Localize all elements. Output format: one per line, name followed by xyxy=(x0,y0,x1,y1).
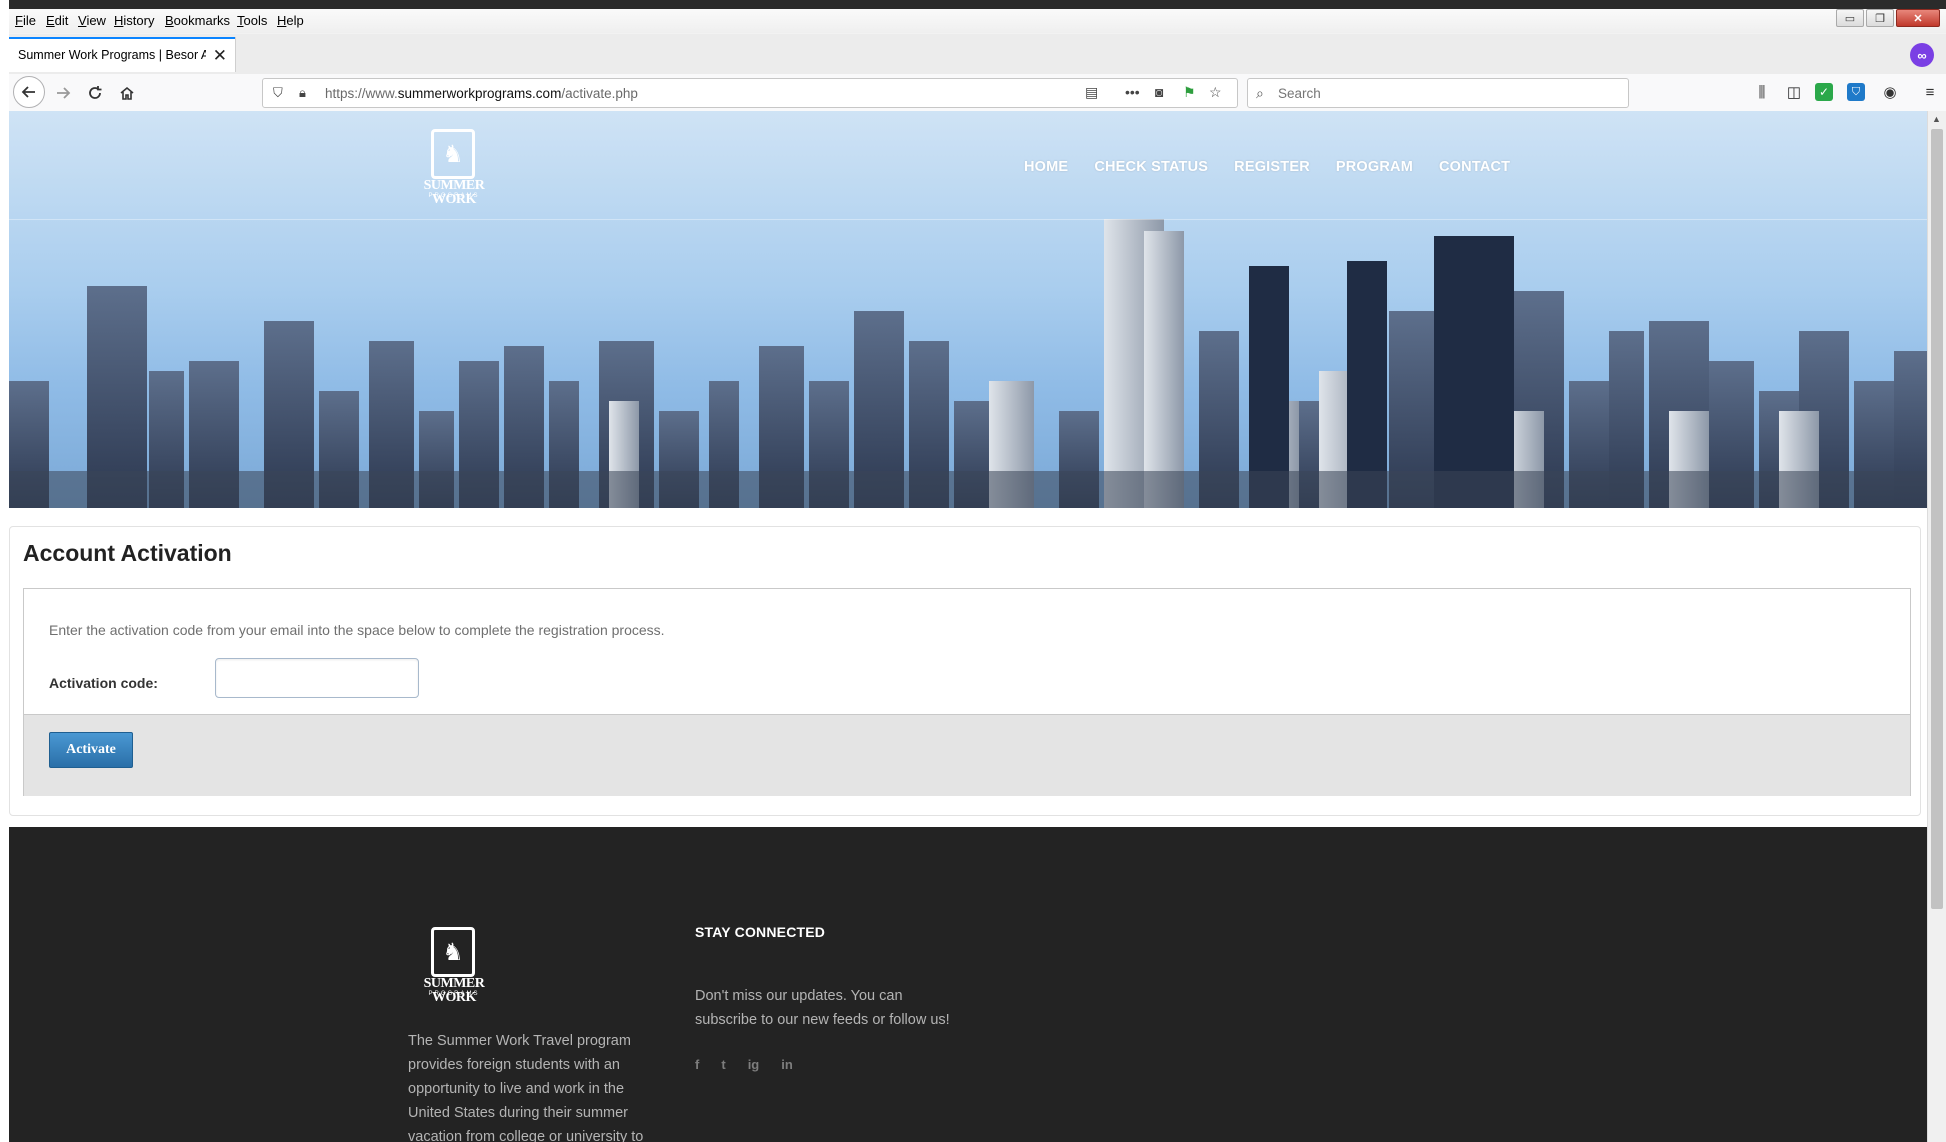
reload-icon xyxy=(89,86,102,99)
back-button[interactable] xyxy=(13,76,45,108)
tracking-shield-icon[interactable]: ⛉ xyxy=(273,85,283,101)
home-button[interactable] xyxy=(112,78,142,108)
logo-figure-icon: ♞ xyxy=(431,129,475,179)
site-footer: ♞ SUMMER WORK PROGRAMS The Summer Work T… xyxy=(9,827,1927,1142)
search-input[interactable] xyxy=(1278,83,1618,103)
home-icon xyxy=(120,86,134,100)
menu-view[interactable]: View xyxy=(78,13,106,28)
minimize-button[interactable]: ▭ xyxy=(1836,9,1864,27)
window-edge xyxy=(0,0,9,1142)
site-logo[interactable]: ♞ SUMMER WORK PROGRAMS xyxy=(409,129,499,207)
navigation-toolbar: ⛉ 🔒︎ https://www.summerworkprograms.com/… xyxy=(9,74,1946,112)
account-icon[interactable]: ◉ xyxy=(1879,81,1901,103)
sidebar-icon[interactable]: ◫ xyxy=(1783,81,1805,103)
hero-banner: ♞ SUMMER WORK PROGRAMS HOME CHECK STATUS… xyxy=(9,111,1927,508)
instructions-text: Enter the activation code from your emai… xyxy=(49,622,665,638)
search-bar[interactable]: ⌕ xyxy=(1247,78,1629,108)
footer-heading: STAY CONNECTED xyxy=(695,924,826,940)
browser-chrome: File Edit View History Bookmarks Tools H… xyxy=(9,9,1946,112)
nav-contact[interactable]: CONTACT xyxy=(1439,159,1510,175)
forward-button[interactable] xyxy=(48,78,78,108)
page-scrollbar[interactable]: ▲ xyxy=(1927,111,1946,1142)
search-icon: ⌕ xyxy=(1256,85,1264,101)
tab-strip: Summer Work Programs | Besor As ✕ ∞ xyxy=(9,34,1946,74)
activation-code-label: Activation code: xyxy=(49,675,158,691)
activation-card: Account Activation Enter the activation … xyxy=(9,526,1921,816)
footer-logo-subtext: PROGRAMS xyxy=(428,991,480,997)
menu-bookmarks[interactable]: Bookmarks xyxy=(165,13,230,28)
menu-history[interactable]: History xyxy=(114,13,154,28)
tab-title: Summer Work Programs | Besor As xyxy=(18,48,206,62)
back-arrow-icon xyxy=(21,86,35,98)
activation-form: Enter the activation code from your emai… xyxy=(23,588,1911,796)
reader-view-icon[interactable]: ▤ xyxy=(1085,84,1098,101)
checkmark-extension-icon[interactable]: ✓ xyxy=(1815,83,1833,101)
flag-extension-icon[interactable]: ⚑ xyxy=(1183,84,1196,101)
facebook-icon[interactable]: f xyxy=(695,1057,699,1072)
library-icon[interactable]: ⫼ xyxy=(1751,81,1773,103)
site-navigation: HOME CHECK STATUS REGISTER PROGRAM CONTA… xyxy=(1024,159,1536,175)
close-window-button[interactable]: ✕ xyxy=(1896,9,1940,27)
scrollbar-thumb[interactable] xyxy=(1931,129,1943,909)
footer-logo[interactable]: ♞ SUMMER WORK PROGRAMS xyxy=(409,927,499,1005)
forward-arrow-icon xyxy=(57,87,71,99)
tab-active[interactable]: Summer Work Programs | Besor As ✕ xyxy=(9,37,235,72)
private-browsing-icon[interactable]: ∞ xyxy=(1910,43,1934,67)
tab-close-icon[interactable]: ✕ xyxy=(213,46,227,66)
social-links: f t ig in xyxy=(695,1057,815,1072)
logo-subtext: PROGRAMS xyxy=(428,193,480,199)
nav-home[interactable]: HOME xyxy=(1024,159,1068,175)
nav-program[interactable]: PROGRAM xyxy=(1336,159,1413,175)
scroll-up-icon[interactable]: ▲ xyxy=(1932,114,1941,124)
footer-about-text: The Summer Work Travel program provides … xyxy=(408,1033,644,1142)
menu-tools[interactable]: Tools xyxy=(237,13,267,28)
activation-code-input[interactable] xyxy=(215,658,419,698)
shield-extension-icon[interactable]: ⛉ xyxy=(1847,83,1865,101)
window-controls: ▭ ❐ ✕ xyxy=(1834,9,1940,31)
page-actions-icon[interactable]: ••• xyxy=(1125,84,1140,100)
footer-connect-text: Don't miss our updates. You can subscrib… xyxy=(695,988,950,1028)
pocket-icon[interactable]: ◙ xyxy=(1155,84,1163,100)
menu-bar: File Edit View History Bookmarks Tools H… xyxy=(9,9,1946,33)
form-footer: Activate xyxy=(24,714,1910,796)
bookmark-star-icon[interactable]: ☆ xyxy=(1209,84,1222,101)
menu-file[interactable]: File xyxy=(15,13,36,28)
restore-button[interactable]: ❐ xyxy=(1866,9,1894,27)
nav-register[interactable]: REGISTER xyxy=(1234,159,1310,175)
url-text[interactable]: https://www.summerworkprograms.com/activ… xyxy=(325,86,638,101)
hero-divider xyxy=(9,219,1927,220)
twitter-icon[interactable]: t xyxy=(721,1057,725,1072)
activate-button[interactable]: Activate xyxy=(49,732,133,768)
nav-check-status[interactable]: CHECK STATUS xyxy=(1094,159,1208,175)
city-skyline-image xyxy=(9,219,1927,508)
menu-help[interactable]: Help xyxy=(277,13,304,28)
reload-button[interactable] xyxy=(80,78,110,108)
menu-edit[interactable]: Edit xyxy=(46,13,68,28)
address-bar[interactable]: ⛉ 🔒︎ https://www.summerworkprograms.com/… xyxy=(262,78,1238,108)
lock-icon[interactable]: 🔒︎ xyxy=(299,85,306,101)
hamburger-menu-icon[interactable]: ≡ xyxy=(1919,81,1941,103)
linkedin-icon[interactable]: in xyxy=(781,1057,793,1072)
page-viewport: ♞ SUMMER WORK PROGRAMS HOME CHECK STATUS… xyxy=(9,111,1927,1142)
footer-logo-figure-icon: ♞ xyxy=(431,927,475,977)
page-title: Account Activation xyxy=(23,540,232,566)
instagram-icon[interactable]: ig xyxy=(748,1057,760,1072)
